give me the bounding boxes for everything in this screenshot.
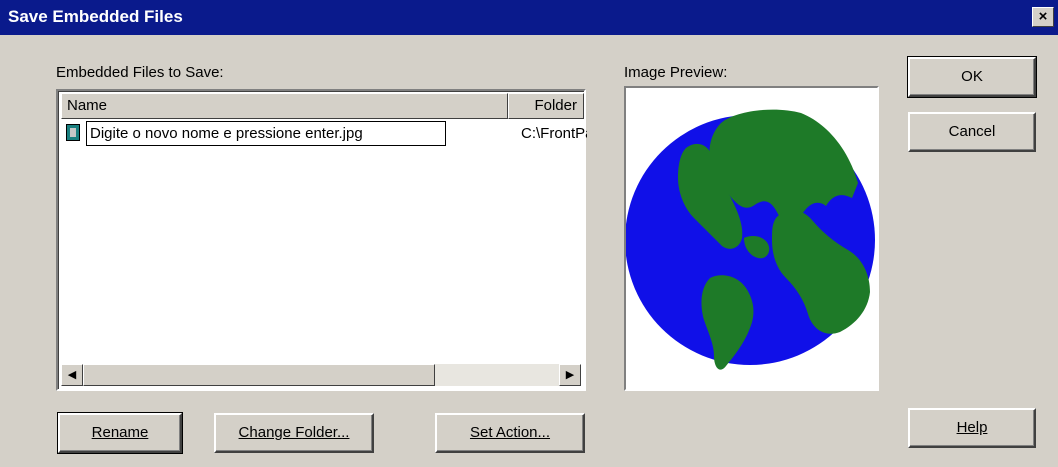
cancel-button[interactable]: Cancel — [908, 112, 1036, 152]
scroll-thumb[interactable] — [83, 364, 435, 386]
ok-button[interactable]: OK — [907, 56, 1037, 98]
change-folder-button-label: Change Folder... — [238, 424, 350, 441]
rename-button[interactable]: Rename — [57, 412, 183, 454]
help-button-label: Help — [956, 419, 988, 436]
window-title: Save Embedded Files — [8, 7, 183, 26]
table-row[interactable]: Digite o novo nome e pressione enter.jpg… — [64, 121, 587, 146]
scroll-right-icon[interactable]: ▶ — [559, 364, 581, 386]
folder-cell: C:\FrontPage ... — [521, 125, 587, 142]
image-file-icon — [66, 124, 80, 141]
preview-label: Image Preview: — [624, 64, 728, 81]
rename-input[interactable]: Digite o novo nome e pressione enter.jpg — [86, 121, 446, 146]
horizontal-scrollbar[interactable]: ◀ ▶ — [61, 364, 581, 386]
set-action-button[interactable]: Set Action... — [435, 413, 585, 453]
column-header-name[interactable]: Name — [61, 93, 508, 119]
column-header-folder[interactable]: Folder — [508, 93, 584, 119]
help-button[interactable]: Help — [908, 408, 1036, 448]
close-button[interactable]: × — [1032, 7, 1054, 27]
title-bar: Save Embedded Files × — [0, 0, 1058, 35]
scroll-left-icon[interactable]: ◀ — [61, 364, 83, 386]
set-action-button-label: Set Action... — [469, 424, 551, 441]
globe-image — [625, 109, 875, 370]
files-label: Embedded Files to Save: — [56, 64, 224, 81]
embedded-files-list[interactable]: Name Folder Digite o novo nome e pressio… — [56, 89, 587, 391]
rename-button-label: Rename — [91, 424, 149, 441]
change-folder-button[interactable]: Change Folder... — [214, 413, 374, 453]
image-preview — [624, 86, 879, 391]
